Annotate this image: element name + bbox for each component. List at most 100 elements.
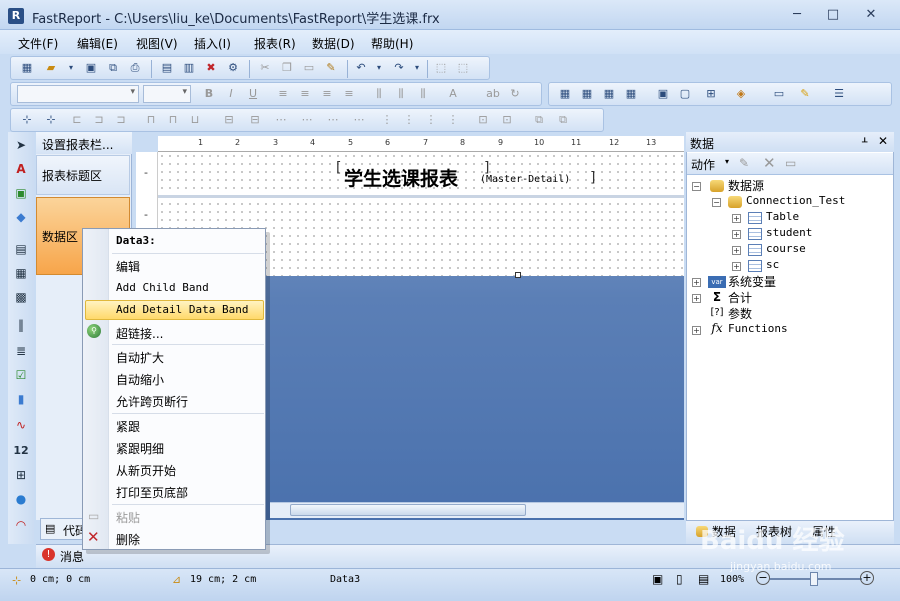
menu-item-add-detail-data-band[interactable]: Add Detail Data Band (116, 303, 248, 316)
tree-functions[interactable]: Functions (728, 322, 788, 335)
space-vertical-icon[interactable]: ⋮ (379, 112, 395, 128)
zoom-slider-thumb[interactable] (810, 572, 818, 586)
zoom-100-icon[interactable]: ▤ (698, 572, 709, 586)
tree-datasource[interactable]: 数据源 (728, 177, 764, 194)
menu-help[interactable]: 帮助(H) (371, 35, 413, 52)
bold-icon[interactable]: B (201, 86, 217, 102)
group-icon[interactable]: ⬚ (433, 60, 449, 76)
border-all-icon[interactable]: ▣ (655, 86, 671, 102)
pin-icon[interactable]: ᚆ (862, 135, 867, 148)
sparkline-object-icon[interactable]: ∿ (12, 416, 30, 434)
zoom-whole-page-icon[interactable]: ▯ (676, 572, 683, 586)
matrix-object-icon[interactable]: ▩ (12, 288, 30, 306)
align-to-grid-icon[interactable]: ⊹ (19, 112, 35, 128)
band-separator[interactable] (158, 195, 684, 198)
configure-bands-button[interactable]: 设置报表栏... (36, 132, 132, 154)
delete-page-icon[interactable]: ✖ (203, 60, 219, 76)
barcode-object-icon[interactable]: ‖ (12, 316, 30, 334)
align-bottoms-icon[interactable]: ⊔ (187, 112, 203, 128)
table-object-icon[interactable]: ▦ (12, 264, 30, 282)
menu-item-hyperlink[interactable]: 超链接... (116, 325, 163, 342)
bring-to-front-icon[interactable]: ⧉ (531, 112, 547, 128)
new-icon[interactable]: ▦ (19, 60, 35, 76)
same-width-icon[interactable]: ⊟ (221, 112, 237, 128)
space-horizontal-icon[interactable]: ⋯ (273, 112, 289, 128)
menu-item-keep-detail[interactable]: 紧跟明细 (116, 440, 164, 457)
new-page-icon[interactable]: ▤ (159, 60, 175, 76)
undo-icon[interactable]: ↶ (353, 60, 369, 76)
tree-totals[interactable]: 合计 (728, 289, 752, 306)
font-name-combo[interactable] (17, 85, 139, 103)
decrease-vspace-icon[interactable]: ⋮ (423, 112, 439, 128)
center-horizontally-icon[interactable]: ⊡ (475, 112, 491, 128)
border-none-icon[interactable]: ▢ (677, 86, 693, 102)
text-object-icon[interactable]: A (12, 160, 30, 178)
tree-parameters[interactable]: 参数 (728, 305, 752, 322)
open-dropdown-icon[interactable]: ▾ (63, 60, 79, 76)
align-tops-icon[interactable]: ⊓ (143, 112, 159, 128)
ungroup-icon[interactable]: ⬚ (455, 60, 471, 76)
action-menu-button[interactable]: 动作 (691, 156, 715, 173)
new-dialog-icon[interactable]: ▥ (181, 60, 197, 76)
valign-bottom-icon[interactable]: ⫼ (415, 86, 431, 102)
save-all-icon[interactable]: ⧉ (105, 60, 121, 76)
menu-item-delete[interactable]: 删除 (116, 531, 140, 548)
action-dropdown-icon[interactable]: ▾ (725, 157, 729, 166)
increase-vspace-icon[interactable]: ⋮ (401, 112, 417, 128)
minimize-button[interactable]: ─ (784, 6, 810, 24)
zipcode-object-icon[interactable]: 12 (12, 442, 30, 460)
shadow-icon[interactable]: ▭ (771, 86, 787, 102)
zoom-out-icon[interactable]: − (756, 571, 770, 585)
align-right-icon[interactable]: ≡ (319, 86, 335, 102)
italic-icon[interactable]: I (223, 86, 239, 102)
same-height-icon[interactable]: ⊟ (247, 112, 263, 128)
master-detail-text[interactable]: (Master-Detail) (480, 174, 570, 185)
properties-icon[interactable]: ▭ (785, 156, 796, 170)
format-painter-icon[interactable]: ✎ (323, 60, 339, 76)
checkbox-object-icon[interactable]: ☑ (12, 366, 30, 384)
menu-data[interactable]: 数据(D) (312, 35, 355, 52)
redo-dropdown-icon[interactable]: ▾ (409, 60, 425, 76)
close-button[interactable]: ✕ (858, 6, 884, 24)
open-icon[interactable]: ▰ (43, 60, 59, 76)
tree-table[interactable]: Table (766, 210, 799, 223)
menu-item-auto-shrink[interactable]: 自动缩小 (116, 371, 164, 388)
report-title-text[interactable]: 学生选课报表 (344, 164, 458, 191)
tree-sc[interactable]: sc (766, 258, 779, 271)
menu-item-paste[interactable]: 粘贴 (116, 509, 140, 526)
cellular-text-object-icon[interactable]: ⊞ (12, 466, 30, 484)
menu-file[interactable]: 文件(F) (18, 35, 58, 52)
resize-handle[interactable] (515, 272, 521, 278)
decrease-hspace-icon[interactable]: ⋯ (325, 112, 341, 128)
remove-hspace-icon[interactable]: ⋯ (351, 112, 367, 128)
menu-item-add-child-band[interactable]: Add Child Band (116, 281, 209, 294)
chart-object-icon[interactable]: ▮ (12, 390, 30, 408)
menu-report[interactable]: 报表(R) (254, 35, 296, 52)
menu-view[interactable]: 视图(V) (136, 35, 178, 52)
align-centers-icon[interactable]: ⊐ (91, 112, 107, 128)
subreport-object-icon[interactable]: ▤ (12, 240, 30, 258)
tree-student[interactable]: student (766, 226, 812, 239)
menu-item-allow-split[interactable]: 允许跨页断行 (116, 393, 188, 410)
highlight-icon[interactable]: ab (485, 86, 501, 102)
paste-icon[interactable]: ▭ (301, 60, 317, 76)
align-left-icon[interactable]: ≡ (275, 86, 291, 102)
border-style-icon[interactable]: ⊞ (703, 86, 719, 102)
zoom-page-width-icon[interactable]: ▣ (652, 572, 663, 586)
valign-top-icon[interactable]: ⫼ (371, 86, 387, 102)
cut-icon[interactable]: ✂ (257, 60, 273, 76)
page-setup-icon[interactable]: ⚙ (225, 60, 241, 76)
menu-item-auto-grow[interactable]: 自动扩大 (116, 349, 164, 366)
underline-icon[interactable]: U (245, 86, 261, 102)
redo-icon[interactable]: ↷ (391, 60, 407, 76)
border-right-icon[interactable]: ▦ (623, 86, 639, 102)
preview-icon[interactable]: ⎙ (127, 60, 143, 76)
gauge-object-icon[interactable]: ◠ (12, 516, 30, 534)
menu-edit[interactable]: 编辑(E) (77, 35, 118, 52)
menu-item-keep-with[interactable]: 紧跟 (116, 418, 140, 435)
remove-vspace-icon[interactable]: ⋮ (445, 112, 461, 128)
menu-insert[interactable]: 插入(I) (194, 35, 231, 52)
align-middles-icon[interactable]: ⊓ (165, 112, 181, 128)
rotate-icon[interactable]: ↻ (507, 86, 523, 102)
border-bottom-icon[interactable]: ▦ (579, 86, 595, 102)
